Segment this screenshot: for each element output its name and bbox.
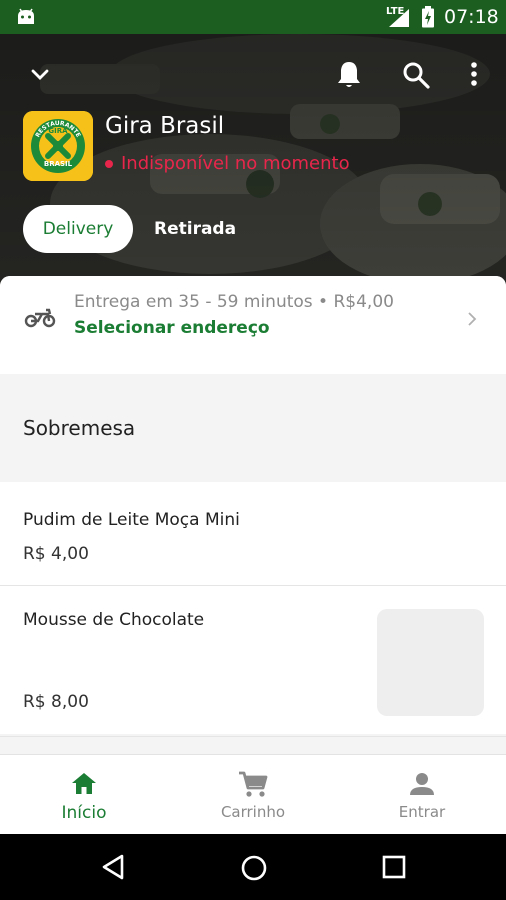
battery-charging-icon <box>422 6 434 28</box>
cart-icon <box>239 771 268 797</box>
menu-item[interactable]: Mousse de Chocolate R$ 8,00 <box>0 586 506 734</box>
menu-item-price: R$ 4,00 <box>23 544 89 564</box>
clock: 07:18 <box>444 6 499 28</box>
nav-cart[interactable]: Carrinho <box>169 755 337 835</box>
store-status-label: Indisponível no momento <box>121 153 350 174</box>
category-header: Sobremesa <box>0 374 506 482</box>
signal-icon <box>389 9 409 27</box>
back-icon[interactable] <box>100 854 126 880</box>
android-icon <box>18 8 34 24</box>
delivery-info: Entrega em 35 - 59 minutos • R$4,00 <box>74 292 394 312</box>
menu-item[interactable]: Pudim de Leite Moça Mini R$ 4,00 <box>0 482 506 585</box>
bottom-navigation: Início Carrinho Entrar <box>0 754 506 835</box>
svg-text:GIRA: GIRA <box>48 127 68 135</box>
tab-delivery[interactable]: Delivery <box>23 205 133 253</box>
menu-item-image-placeholder <box>377 609 484 716</box>
store-content: Entrega em 35 - 59 minutos • R$4,00 Sele… <box>0 276 506 754</box>
status-dot-icon <box>105 159 113 168</box>
select-address-link[interactable]: Selecionar endereço <box>74 318 270 338</box>
divider <box>0 736 506 737</box>
category-title: Sobremesa <box>23 416 136 440</box>
status-bar: LTE 07:18 <box>0 0 506 34</box>
svg-text:BRASIL: BRASIL <box>44 160 73 168</box>
home-button-icon[interactable] <box>240 854 268 882</box>
menu-item-price: R$ 8,00 <box>23 692 89 712</box>
menu-item-name: Pudim de Leite Moça Mini <box>23 510 240 530</box>
home-icon <box>72 773 96 794</box>
store-status: Indisponível no momento <box>105 153 350 174</box>
nav-home[interactable]: Início <box>0 755 168 835</box>
store-name: Gira Brasil <box>105 113 225 139</box>
delivery-address-card[interactable]: Entrega em 35 - 59 minutos • R$4,00 Sele… <box>0 276 506 374</box>
system-navigation-bar <box>0 834 506 900</box>
recents-icon[interactable] <box>382 855 406 879</box>
search-icon[interactable] <box>402 61 430 89</box>
chevron-right-icon <box>468 312 477 326</box>
menu-item-name: Mousse de Chocolate <box>23 610 205 630</box>
store-logo: RESTAURANTE GIRA BRASIL <box>23 111 93 181</box>
nav-cart-label: Carrinho <box>220 803 286 821</box>
motorcycle-icon <box>24 308 56 328</box>
tab-pickup[interactable]: Retirada <box>146 205 244 253</box>
nav-login-label: Entrar <box>398 803 446 821</box>
person-icon <box>410 773 434 795</box>
bell-icon[interactable] <box>336 60 362 90</box>
more-options-icon[interactable] <box>468 60 480 88</box>
collapse-chevron-icon[interactable] <box>28 63 52 87</box>
nav-login[interactable]: Entrar <box>338 755 506 835</box>
nav-home-label: Início <box>61 803 107 823</box>
